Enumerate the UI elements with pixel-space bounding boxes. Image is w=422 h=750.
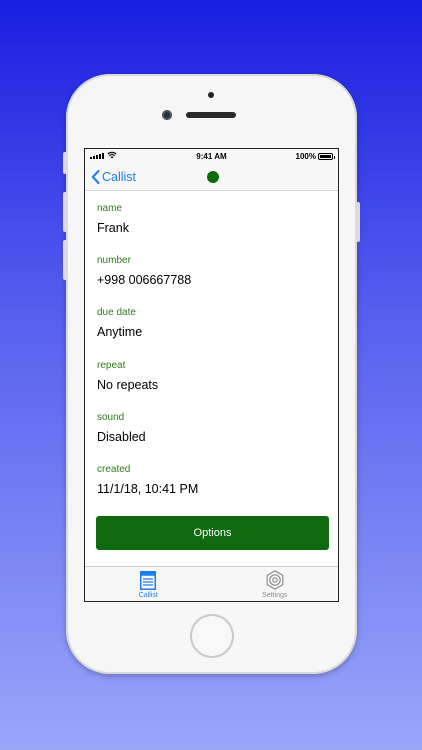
chevron-left-icon xyxy=(91,169,100,184)
detail-list: name Frank number +998 006667788 due dat… xyxy=(85,191,338,516)
front-sensor xyxy=(208,92,214,98)
status-bar: 9:41 AM 100% xyxy=(85,149,338,163)
field-sound: sound Disabled xyxy=(97,412,326,464)
battery-percent: 100% xyxy=(295,151,316,161)
field-label: repeat xyxy=(97,359,126,371)
gear-icon xyxy=(266,570,284,590)
tab-label: Settings xyxy=(262,592,288,599)
phone-frame: 9:41 AM 100% Callist name Frank number +… xyxy=(63,74,360,674)
home-button[interactable] xyxy=(190,614,234,658)
field-label: due date xyxy=(97,307,136,319)
back-button-label: Callist xyxy=(102,169,137,184)
status-bar-left xyxy=(90,151,150,161)
app-screen: 9:41 AM 100% Callist name Frank number +… xyxy=(84,148,339,602)
status-dot-icon xyxy=(207,171,219,183)
volume-up-button xyxy=(63,192,67,232)
options-button[interactable]: Options xyxy=(96,516,329,550)
field-name: name Frank xyxy=(97,203,326,255)
signal-icon xyxy=(90,153,104,159)
tab-bar: Callist Settings xyxy=(85,566,338,601)
navigation-bar: Callist xyxy=(85,163,338,191)
field-due-date: due date Anytime xyxy=(97,307,326,359)
field-value: +998 006667788 xyxy=(97,273,192,288)
field-label: sound xyxy=(97,411,125,423)
earpiece-speaker xyxy=(186,112,236,118)
back-button[interactable]: Callist xyxy=(85,169,137,184)
battery-icon xyxy=(317,152,335,160)
status-bar-right: 100% xyxy=(273,151,335,161)
power-button xyxy=(356,202,360,242)
field-repeat: repeat No repeats xyxy=(97,360,326,412)
field-label: number xyxy=(97,255,131,267)
field-value: Disabled xyxy=(97,429,146,444)
wifi-icon xyxy=(107,151,117,161)
mute-switch xyxy=(63,152,67,174)
tab-label: Callist xyxy=(138,592,158,599)
tab-settings[interactable]: Settings xyxy=(212,567,339,601)
front-camera xyxy=(162,110,172,120)
field-value: Frank xyxy=(97,221,129,235)
status-time: 9:41 AM xyxy=(196,151,227,161)
battery-fill xyxy=(319,154,331,158)
volume-down-button xyxy=(63,240,67,280)
tab-callist[interactable]: Callist xyxy=(85,567,212,601)
field-created: created 11/1/18, 10:41 PM xyxy=(97,464,326,516)
field-label: created xyxy=(97,463,131,475)
field-value: Anytime xyxy=(97,325,143,340)
field-value: 11/1/18, 10:41 PM xyxy=(97,481,199,496)
field-label: name xyxy=(97,203,123,214)
list-document-icon xyxy=(140,571,157,590)
field-value: No repeats xyxy=(97,377,159,392)
field-number: number +998 006667788 xyxy=(97,255,326,307)
